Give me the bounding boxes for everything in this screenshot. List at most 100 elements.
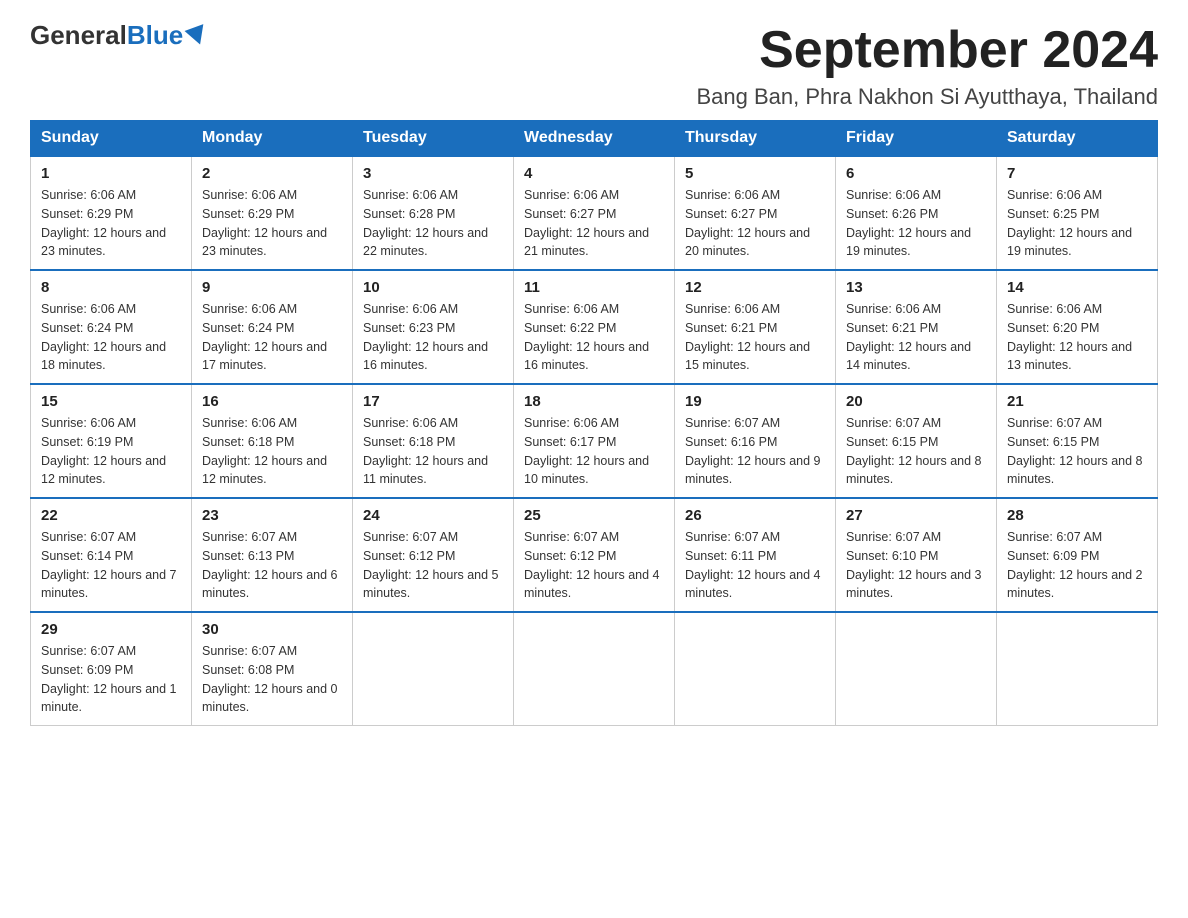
day-number: 23: [202, 507, 342, 524]
table-row: [675, 612, 836, 726]
day-number: 29: [41, 621, 181, 638]
table-row: 14 Sunrise: 6:06 AMSunset: 6:20 PMDaylig…: [997, 270, 1158, 384]
calendar-table: Sunday Monday Tuesday Wednesday Thursday…: [30, 120, 1158, 726]
table-row: 1 Sunrise: 6:06 AMSunset: 6:29 PMDayligh…: [31, 156, 192, 270]
day-number: 30: [202, 621, 342, 638]
day-info: Sunrise: 6:07 AMSunset: 6:13 PMDaylight:…: [202, 528, 342, 603]
day-info: Sunrise: 6:06 AMSunset: 6:29 PMDaylight:…: [41, 186, 181, 261]
table-row: 4 Sunrise: 6:06 AMSunset: 6:27 PMDayligh…: [514, 156, 675, 270]
table-row: 17 Sunrise: 6:06 AMSunset: 6:18 PMDaylig…: [353, 384, 514, 498]
logo-triangle-icon: [185, 24, 210, 48]
table-row: 11 Sunrise: 6:06 AMSunset: 6:22 PMDaylig…: [514, 270, 675, 384]
days-of-week-row: Sunday Monday Tuesday Wednesday Thursday…: [31, 121, 1158, 157]
table-row: [997, 612, 1158, 726]
day-number: 22: [41, 507, 181, 524]
day-info: Sunrise: 6:06 AMSunset: 6:21 PMDaylight:…: [685, 300, 825, 375]
table-row: 26 Sunrise: 6:07 AMSunset: 6:11 PMDaylig…: [675, 498, 836, 612]
table-row: 9 Sunrise: 6:06 AMSunset: 6:24 PMDayligh…: [192, 270, 353, 384]
day-number: 24: [363, 507, 503, 524]
table-row: 7 Sunrise: 6:06 AMSunset: 6:25 PMDayligh…: [997, 156, 1158, 270]
day-info: Sunrise: 6:06 AMSunset: 6:21 PMDaylight:…: [846, 300, 986, 375]
day-number: 7: [1007, 165, 1147, 182]
table-row: 3 Sunrise: 6:06 AMSunset: 6:28 PMDayligh…: [353, 156, 514, 270]
table-row: 8 Sunrise: 6:06 AMSunset: 6:24 PMDayligh…: [31, 270, 192, 384]
week-row-2: 8 Sunrise: 6:06 AMSunset: 6:24 PMDayligh…: [31, 270, 1158, 384]
col-friday: Friday: [836, 121, 997, 157]
day-info: Sunrise: 6:07 AMSunset: 6:14 PMDaylight:…: [41, 528, 181, 603]
day-number: 21: [1007, 393, 1147, 410]
day-info: Sunrise: 6:06 AMSunset: 6:18 PMDaylight:…: [202, 414, 342, 489]
day-number: 28: [1007, 507, 1147, 524]
table-row: 10 Sunrise: 6:06 AMSunset: 6:23 PMDaylig…: [353, 270, 514, 384]
logo: General Blue: [30, 20, 207, 51]
month-title: September 2024: [696, 20, 1158, 80]
day-info: Sunrise: 6:06 AMSunset: 6:23 PMDaylight:…: [363, 300, 503, 375]
day-info: Sunrise: 6:06 AMSunset: 6:25 PMDaylight:…: [1007, 186, 1147, 261]
day-number: 16: [202, 393, 342, 410]
day-info: Sunrise: 6:06 AMSunset: 6:17 PMDaylight:…: [524, 414, 664, 489]
table-row: 24 Sunrise: 6:07 AMSunset: 6:12 PMDaylig…: [353, 498, 514, 612]
day-number: 6: [846, 165, 986, 182]
day-info: Sunrise: 6:07 AMSunset: 6:16 PMDaylight:…: [685, 414, 825, 489]
col-thursday: Thursday: [675, 121, 836, 157]
day-number: 20: [846, 393, 986, 410]
table-row: 13 Sunrise: 6:06 AMSunset: 6:21 PMDaylig…: [836, 270, 997, 384]
day-info: Sunrise: 6:07 AMSunset: 6:10 PMDaylight:…: [846, 528, 986, 603]
table-row: [353, 612, 514, 726]
table-row: 30 Sunrise: 6:07 AMSunset: 6:08 PMDaylig…: [192, 612, 353, 726]
table-row: 16 Sunrise: 6:06 AMSunset: 6:18 PMDaylig…: [192, 384, 353, 498]
day-info: Sunrise: 6:06 AMSunset: 6:24 PMDaylight:…: [202, 300, 342, 375]
table-row: 15 Sunrise: 6:06 AMSunset: 6:19 PMDaylig…: [31, 384, 192, 498]
day-info: Sunrise: 6:06 AMSunset: 6:29 PMDaylight:…: [202, 186, 342, 261]
table-row: 28 Sunrise: 6:07 AMSunset: 6:09 PMDaylig…: [997, 498, 1158, 612]
day-number: 26: [685, 507, 825, 524]
week-row-1: 1 Sunrise: 6:06 AMSunset: 6:29 PMDayligh…: [31, 156, 1158, 270]
table-row: [836, 612, 997, 726]
table-row: 25 Sunrise: 6:07 AMSunset: 6:12 PMDaylig…: [514, 498, 675, 612]
day-number: 5: [685, 165, 825, 182]
day-info: Sunrise: 6:06 AMSunset: 6:18 PMDaylight:…: [363, 414, 503, 489]
day-number: 3: [363, 165, 503, 182]
week-row-5: 29 Sunrise: 6:07 AMSunset: 6:09 PMDaylig…: [31, 612, 1158, 726]
day-info: Sunrise: 6:07 AMSunset: 6:12 PMDaylight:…: [363, 528, 503, 603]
day-number: 25: [524, 507, 664, 524]
table-row: 5 Sunrise: 6:06 AMSunset: 6:27 PMDayligh…: [675, 156, 836, 270]
day-number: 8: [41, 279, 181, 296]
day-number: 1: [41, 165, 181, 182]
logo-blue-text: Blue: [127, 20, 183, 51]
day-info: Sunrise: 6:07 AMSunset: 6:15 PMDaylight:…: [1007, 414, 1147, 489]
table-row: 22 Sunrise: 6:07 AMSunset: 6:14 PMDaylig…: [31, 498, 192, 612]
table-row: 2 Sunrise: 6:06 AMSunset: 6:29 PMDayligh…: [192, 156, 353, 270]
week-row-3: 15 Sunrise: 6:06 AMSunset: 6:19 PMDaylig…: [31, 384, 1158, 498]
col-saturday: Saturday: [997, 121, 1158, 157]
day-info: Sunrise: 6:06 AMSunset: 6:28 PMDaylight:…: [363, 186, 503, 261]
day-info: Sunrise: 6:07 AMSunset: 6:11 PMDaylight:…: [685, 528, 825, 603]
day-info: Sunrise: 6:06 AMSunset: 6:27 PMDaylight:…: [524, 186, 664, 261]
day-number: 13: [846, 279, 986, 296]
day-info: Sunrise: 6:06 AMSunset: 6:27 PMDaylight:…: [685, 186, 825, 261]
day-number: 10: [363, 279, 503, 296]
day-number: 4: [524, 165, 664, 182]
table-row: 12 Sunrise: 6:06 AMSunset: 6:21 PMDaylig…: [675, 270, 836, 384]
day-info: Sunrise: 6:06 AMSunset: 6:26 PMDaylight:…: [846, 186, 986, 261]
day-info: Sunrise: 6:06 AMSunset: 6:24 PMDaylight:…: [41, 300, 181, 375]
col-monday: Monday: [192, 121, 353, 157]
day-info: Sunrise: 6:07 AMSunset: 6:09 PMDaylight:…: [1007, 528, 1147, 603]
day-number: 17: [363, 393, 503, 410]
table-row: 6 Sunrise: 6:06 AMSunset: 6:26 PMDayligh…: [836, 156, 997, 270]
table-row: 23 Sunrise: 6:07 AMSunset: 6:13 PMDaylig…: [192, 498, 353, 612]
day-info: Sunrise: 6:06 AMSunset: 6:19 PMDaylight:…: [41, 414, 181, 489]
day-info: Sunrise: 6:07 AMSunset: 6:12 PMDaylight:…: [524, 528, 664, 603]
table-row: 27 Sunrise: 6:07 AMSunset: 6:10 PMDaylig…: [836, 498, 997, 612]
day-number: 15: [41, 393, 181, 410]
table-row: 20 Sunrise: 6:07 AMSunset: 6:15 PMDaylig…: [836, 384, 997, 498]
day-number: 18: [524, 393, 664, 410]
table-row: 29 Sunrise: 6:07 AMSunset: 6:09 PMDaylig…: [31, 612, 192, 726]
table-row: 19 Sunrise: 6:07 AMSunset: 6:16 PMDaylig…: [675, 384, 836, 498]
day-info: Sunrise: 6:06 AMSunset: 6:22 PMDaylight:…: [524, 300, 664, 375]
table-row: 18 Sunrise: 6:06 AMSunset: 6:17 PMDaylig…: [514, 384, 675, 498]
day-info: Sunrise: 6:07 AMSunset: 6:09 PMDaylight:…: [41, 642, 181, 717]
day-number: 14: [1007, 279, 1147, 296]
day-info: Sunrise: 6:07 AMSunset: 6:15 PMDaylight:…: [846, 414, 986, 489]
location-title: Bang Ban, Phra Nakhon Si Ayutthaya, Thai…: [696, 84, 1158, 110]
